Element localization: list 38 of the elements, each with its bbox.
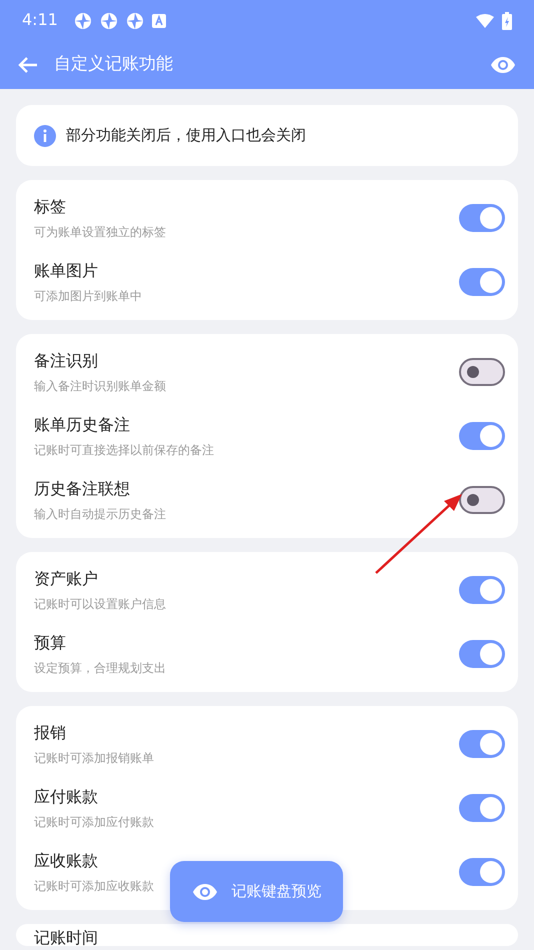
- setting-title: 应收账款: [34, 850, 98, 872]
- toggle-switch[interactable]: [459, 730, 505, 758]
- page-title: 自定义记账功能: [54, 52, 173, 76]
- setting-title: 历史备注联想: [34, 478, 130, 500]
- toggle-switch[interactable]: [459, 640, 505, 668]
- notice-text: 部分功能关闭后，使用入口也会关闭: [66, 125, 306, 146]
- status-time: 4:11: [22, 9, 58, 31]
- keyboard-preview-button[interactable]: 记账键盘预览: [170, 861, 343, 922]
- setting-title: 账单图片: [34, 260, 98, 282]
- setting-title: 记账时间: [34, 930, 98, 946]
- setting-description: 记账时可以设置账户信息: [34, 596, 166, 613]
- setting-description: 可为账单设置独立的标签: [34, 224, 166, 241]
- back-icon[interactable]: [18, 56, 38, 74]
- setting-description: 可添加图片到账单中: [34, 288, 142, 305]
- info-icon: [34, 124, 56, 147]
- toggle-switch[interactable]: [459, 794, 505, 822]
- setting-title: 标签: [34, 196, 66, 218]
- setting-description: 记账时可直接选择以前保存的备注: [34, 442, 214, 459]
- setting-description: 设定预算，合理规划支出: [34, 660, 166, 677]
- setting-description: 输入备注时识别账单金额: [34, 378, 166, 395]
- toggle-switch[interactable]: [459, 204, 505, 232]
- setting-description: 记账时可添加应付账款: [34, 814, 154, 831]
- setting-description: 记账时可添加报销账单: [34, 750, 154, 767]
- setting-title: 账单历史备注: [34, 414, 130, 436]
- setting-title: 资产账户: [34, 568, 98, 590]
- setting-description: 记账时可添加应收账款: [34, 878, 154, 895]
- toggle-switch[interactable]: [459, 422, 505, 450]
- setting-title: 备注识别: [34, 350, 98, 372]
- setting-title: 应付账款: [34, 786, 98, 808]
- toggle-switch[interactable]: [459, 268, 505, 296]
- setting-title: 预算: [34, 632, 66, 654]
- eye-icon[interactable]: [490, 56, 516, 74]
- toggle-switch[interactable]: [459, 358, 505, 386]
- setting-description: 输入时自动提示历史备注: [34, 506, 166, 523]
- toggle-switch[interactable]: [459, 858, 505, 886]
- toggle-switch[interactable]: [459, 486, 505, 514]
- setting-title: 报销: [34, 722, 66, 744]
- toggle-switch[interactable]: [459, 576, 505, 604]
